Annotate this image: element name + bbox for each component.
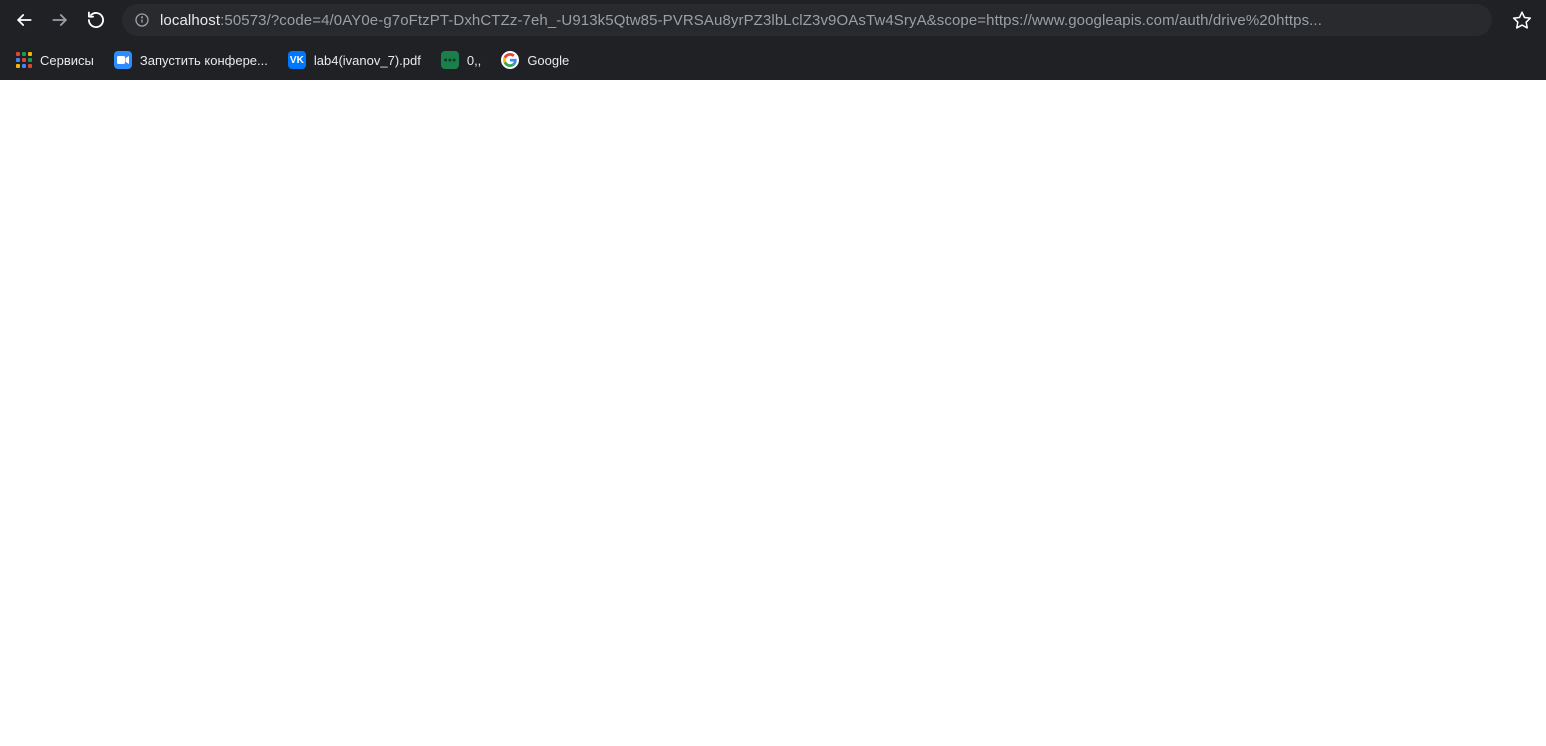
zoom-icon <box>114 51 132 69</box>
green-icon: ●●● <box>441 51 459 69</box>
bookmark-google[interactable]: Google <box>493 45 577 75</box>
apps-button[interactable]: Сервисы <box>8 45 102 75</box>
page-content <box>0 80 1546 746</box>
forward-button[interactable] <box>44 4 76 36</box>
bookmark-label: Google <box>527 53 569 68</box>
url-host: localhost <box>160 12 220 29</box>
star-icon <box>1512 10 1532 30</box>
bookmark-star-button[interactable] <box>1506 4 1538 36</box>
browser-chrome: localhost:50573/?code=4/0AY0e-g7oFtzPT-D… <box>0 0 1546 80</box>
url-text: localhost:50573/?code=4/0AY0e-g7oFtzPT-D… <box>160 12 1480 29</box>
reload-icon <box>86 10 106 30</box>
bookmark-zoom[interactable]: Запустить конфере... <box>106 45 276 75</box>
toolbar: localhost:50573/?code=4/0AY0e-g7oFtzPT-D… <box>0 0 1546 40</box>
bookmark-zero[interactable]: ●●● 0,, <box>433 45 489 75</box>
apps-label: Сервисы <box>40 53 94 68</box>
back-button[interactable] <box>8 4 40 36</box>
vk-icon: VK <box>288 51 306 69</box>
bookmarks-bar: Сервисы Запустить конфере... VK lab4(iva… <box>0 40 1546 80</box>
apps-grid-icon <box>16 52 32 68</box>
bookmark-vk-pdf[interactable]: VK lab4(ivanov_7).pdf <box>280 45 429 75</box>
bookmark-label: lab4(ivanov_7).pdf <box>314 53 421 68</box>
reload-button[interactable] <box>80 4 112 36</box>
site-info-icon[interactable] <box>134 12 150 28</box>
arrow-left-icon <box>14 10 34 30</box>
address-bar[interactable]: localhost:50573/?code=4/0AY0e-g7oFtzPT-D… <box>122 4 1492 36</box>
url-path: :50573/?code=4/0AY0e-g7oFtzPT-DxhCTZz-7e… <box>220 12 1322 29</box>
arrow-right-icon <box>50 10 70 30</box>
bookmark-label: Запустить конфере... <box>140 53 268 68</box>
google-icon <box>501 51 519 69</box>
bookmark-label: 0,, <box>467 53 481 68</box>
